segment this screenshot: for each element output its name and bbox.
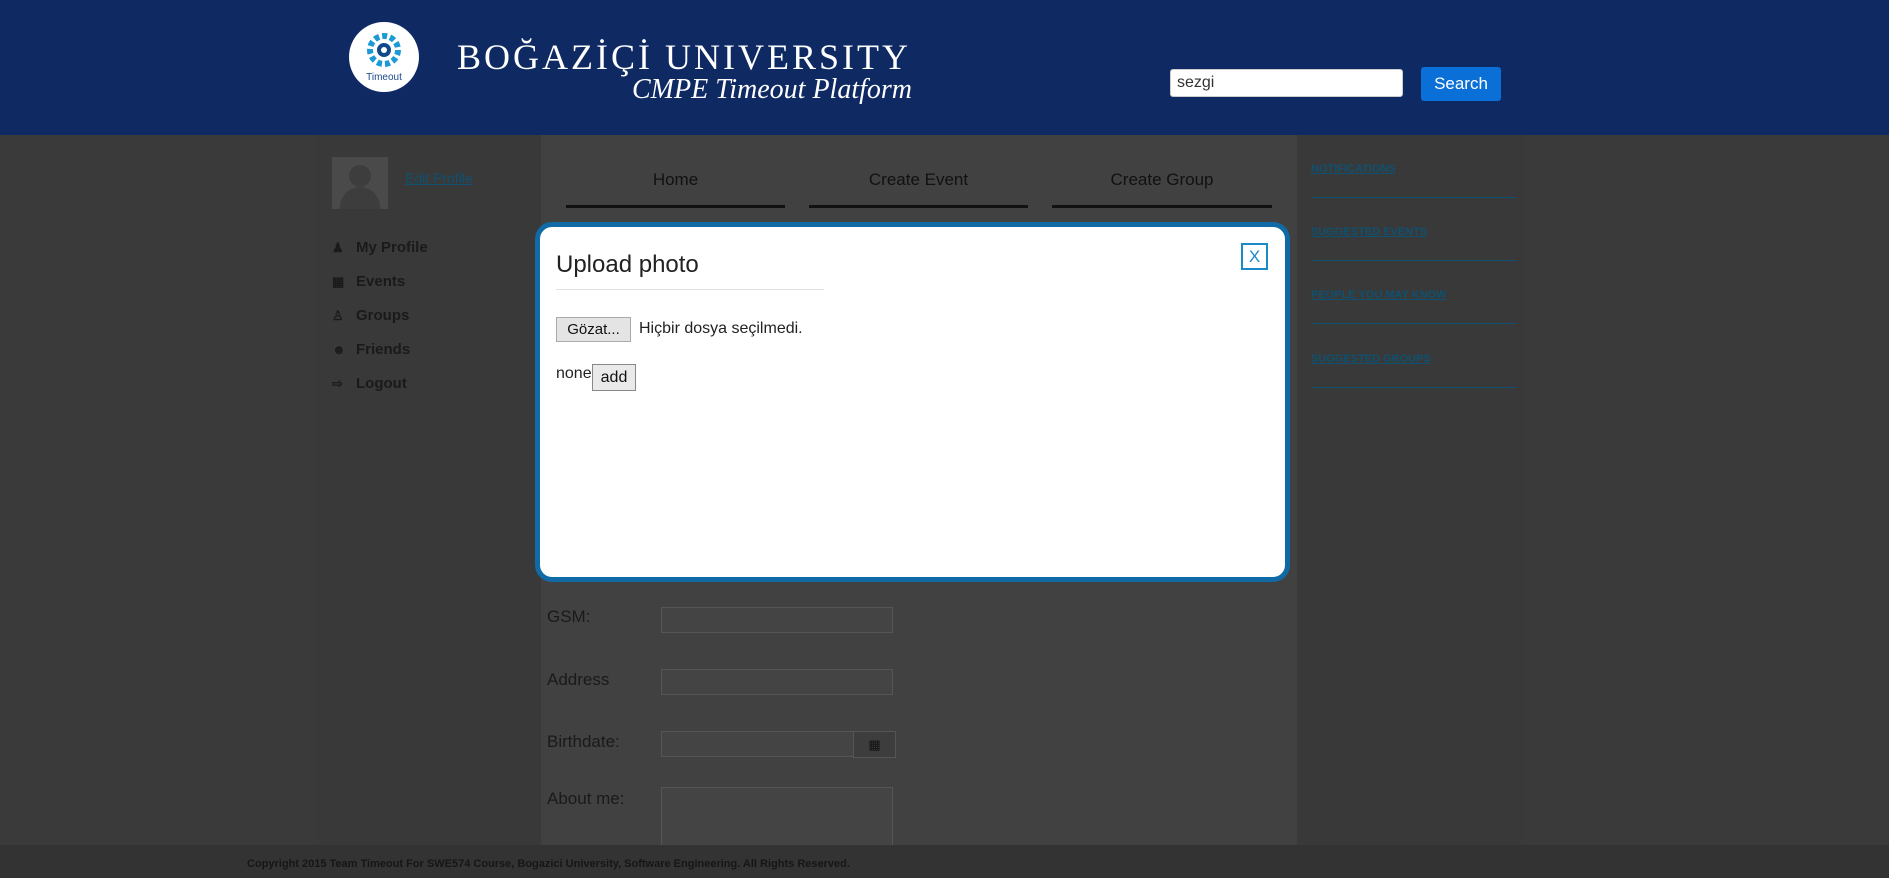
birthdate-label: Birthdate: xyxy=(547,732,620,751)
gear-logo-icon xyxy=(367,33,401,67)
divider xyxy=(556,289,824,290)
calendar-icon: ▦ xyxy=(868,737,881,752)
divider xyxy=(1311,197,1516,198)
suggested-events-link[interactable]: SUGGESTED EVENTS xyxy=(1311,226,1516,238)
birthdate-field[interactable] xyxy=(661,731,854,757)
logo-text: Timeout xyxy=(366,72,402,83)
file-status-text: Hiçbir dosya seçilmedi. xyxy=(639,320,803,337)
divider xyxy=(1311,260,1516,261)
tab-create-group[interactable]: Create Group xyxy=(1052,160,1272,208)
sidebar-item-label: Friends xyxy=(356,340,411,358)
sidebar-item-label: Events xyxy=(356,272,406,290)
sidebar-item-label: My Profile xyxy=(356,238,428,256)
notifications-link[interactable]: NOTIFICATIONS xyxy=(1311,163,1516,175)
add-button[interactable]: add xyxy=(592,364,636,391)
right-sidebar xyxy=(1297,135,1525,845)
header xyxy=(0,0,1889,135)
sidebar-item-friends[interactable]: ☻ Friends xyxy=(332,332,428,366)
people-you-may-know-link[interactable]: PEOPLE YOU MAY KNOW xyxy=(1311,289,1516,301)
side-nav: ♟ My Profile ▦ Events ♙ Groups ☻ Friends ⇨ Lo… xyxy=(332,230,428,400)
edit-profile-link[interactable]: Edit Profile xyxy=(405,170,473,186)
divider xyxy=(1311,387,1516,388)
group-icon: ♙ xyxy=(332,308,344,323)
browse-file-button[interactable]: Gözat... xyxy=(556,317,631,342)
dialog-title: Upload photo xyxy=(556,251,699,278)
footer-copyright: Copyright 2015 Team Timeout For SWE574 C… xyxy=(247,858,850,870)
search-input[interactable] xyxy=(1170,69,1403,97)
sidebar-item-label: Groups xyxy=(356,306,410,324)
timeout-logo[interactable]: Timeout xyxy=(349,22,419,92)
tab-create-event[interactable]: Create Event xyxy=(809,160,1028,208)
avatar xyxy=(332,157,388,209)
tab-home[interactable]: Home xyxy=(566,160,785,208)
gsm-field[interactable] xyxy=(661,607,893,633)
sidebar-item-label: Logout xyxy=(356,374,407,392)
friends-icon: ☻ xyxy=(332,342,346,357)
close-button[interactable]: X xyxy=(1241,243,1268,270)
address-field[interactable] xyxy=(661,669,893,695)
sidebar-item-events[interactable]: ▦ Events xyxy=(332,264,428,298)
none-text: none xyxy=(556,365,592,382)
brand-subtitle: CMPE Timeout Platform xyxy=(632,74,912,105)
sidebar-item-my-profile[interactable]: ♟ My Profile xyxy=(332,230,428,264)
suggested-groups-link[interactable]: SUGGESTED GROUPS xyxy=(1311,353,1516,365)
sidebar-item-logout[interactable]: ⇨ Logout xyxy=(332,366,428,400)
about-me-field[interactable] xyxy=(661,787,893,847)
sidebar-item-groups[interactable]: ♙ Groups xyxy=(332,298,428,332)
about-me-label: About me: xyxy=(547,789,625,808)
user-icon: ♟ xyxy=(332,240,344,255)
logout-icon: ⇨ xyxy=(332,376,343,391)
calendar-icon: ▦ xyxy=(332,274,345,289)
search-button[interactable]: Search xyxy=(1421,67,1501,101)
calendar-picker-button[interactable]: ▦ xyxy=(853,731,896,758)
brand-title: BOĞAZİÇİ UNIVERSITY xyxy=(457,37,911,77)
divider xyxy=(1311,323,1516,324)
gsm-label: GSM: xyxy=(547,607,591,626)
address-label: Address xyxy=(547,670,610,689)
